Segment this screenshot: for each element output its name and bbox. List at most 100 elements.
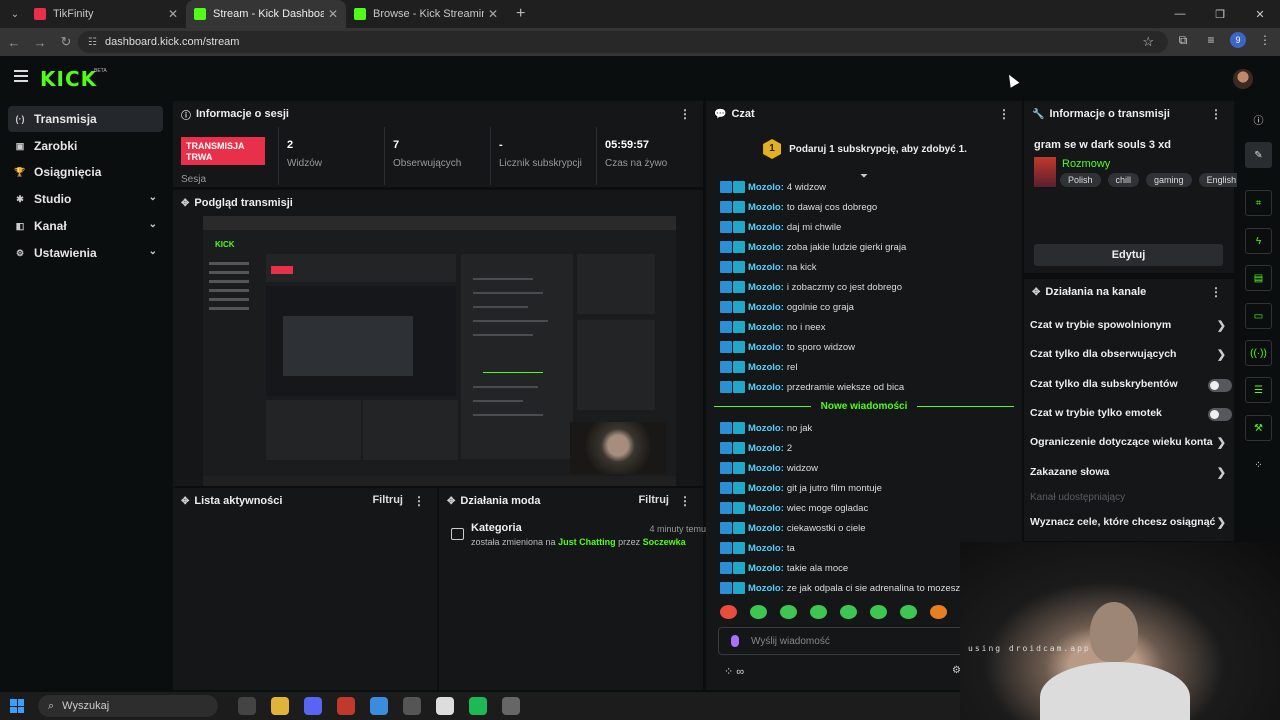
chat-username[interactable]: Mozolo:: [748, 503, 784, 514]
bookmark-star-icon[interactable]: ☆: [1142, 34, 1154, 50]
taskbar-app-icon[interactable]: [337, 697, 355, 715]
sidebar-item-zarobki[interactable]: ▣ Zarobki: [8, 133, 163, 159]
chat-username[interactable]: Mozolo:: [748, 362, 784, 373]
chat-username[interactable]: Mozolo:: [748, 443, 784, 454]
taskbar-app-icon[interactable]: [502, 697, 520, 715]
channel-action-item[interactable]: Ograniczenie dotyczące wieku konta ❯: [1030, 436, 1226, 452]
emote-icon[interactable]: [810, 605, 827, 619]
new-tab-icon[interactable]: +: [516, 5, 525, 23]
info-icon[interactable]: ⓘ: [1245, 106, 1272, 132]
chat-username[interactable]: Mozolo:: [748, 463, 784, 474]
close-window-icon[interactable]: ✕: [1240, 8, 1280, 21]
menu-icon[interactable]: [14, 70, 28, 82]
chat-username[interactable]: Mozolo:: [748, 543, 784, 554]
chat-username[interactable]: Mozolo:: [748, 523, 784, 534]
windows-start-icon[interactable]: [10, 699, 24, 713]
more-options-icon[interactable]: ⋮: [1210, 107, 1222, 121]
category-link[interactable]: Just Chatting: [558, 537, 616, 547]
address-bar[interactable]: ☷ dashboard.kick.com/stream ☆: [78, 31, 1168, 53]
taskbar-app-icon[interactable]: [469, 697, 487, 715]
emote-icon[interactable]: [930, 605, 947, 619]
taskbar-app-icon[interactable]: [304, 697, 322, 715]
chat-input[interactable]: Wyślij wiadomość: [718, 627, 968, 655]
chevron-right-icon[interactable]: ❯: [1217, 466, 1226, 479]
tab-tikfinity[interactable]: TikFinity ✕: [26, 0, 186, 28]
chat-extras[interactable]: ⁘ ∞: [724, 665, 744, 678]
taskbar-app-icon[interactable]: [370, 697, 388, 715]
user-avatar[interactable]: [1233, 69, 1253, 89]
tab-search-icon[interactable]: ⌄: [4, 4, 26, 24]
back-icon[interactable]: ←: [2, 35, 26, 50]
emote-icon[interactable]: [840, 605, 857, 619]
chat-username[interactable]: Mozolo:: [748, 483, 784, 494]
stream-tag[interactable]: Polish: [1060, 173, 1101, 187]
reload-icon[interactable]: ↻: [54, 34, 78, 50]
broadcast-icon[interactable]: ((·)): [1245, 340, 1272, 366]
close-tab-icon[interactable]: ✕: [488, 7, 498, 21]
capture-icon[interactable]: ⌗: [1245, 190, 1272, 216]
channel-action-item[interactable]: Czat w trybie tylko emotek: [1030, 407, 1232, 423]
chat-bubble-icon[interactable]: ▭: [1245, 303, 1272, 329]
user-link[interactable]: Soczewka: [643, 537, 686, 547]
tab-kick-browse[interactable]: Browse - Kick Streaming ✕: [346, 0, 506, 28]
channel-action-item[interactable]: Zakazane słowa ❯: [1030, 466, 1226, 482]
taskbar-app-icon[interactable]: [238, 697, 256, 715]
chat-username[interactable]: Mozolo:: [748, 583, 784, 594]
chat-username[interactable]: Mozolo:: [748, 423, 784, 434]
browser-menu-icon[interactable]: ⋮: [1256, 33, 1274, 47]
layout-icon[interactable]: ☰: [1245, 377, 1272, 403]
chat-username[interactable]: Mozolo:: [748, 382, 784, 393]
sidebar-item-studio[interactable]: ✱ Studio ⌄: [8, 186, 163, 212]
dots-icon[interactable]: ⁘: [1245, 452, 1272, 478]
chat-username[interactable]: Mozolo:: [748, 222, 784, 233]
extensions-icon[interactable]: ⧉: [1174, 33, 1192, 48]
sidebar-item-ustawienia[interactable]: ⚙ Ustawienia ⌄: [8, 240, 163, 266]
tab-kick-dashboard[interactable]: Stream - Kick Dashboard ✕: [186, 0, 346, 28]
document-icon[interactable]: ▤: [1245, 265, 1272, 291]
more-options-icon[interactable]: ⋮: [679, 107, 691, 121]
emote-icon[interactable]: [750, 605, 767, 619]
stream-category[interactable]: Rozmowy: [1062, 158, 1110, 170]
filter-button[interactable]: Filtruj: [372, 494, 403, 506]
kick-logo[interactable]: KICK: [40, 67, 97, 91]
close-tab-icon[interactable]: ✕: [168, 7, 178, 21]
taskbar-app-icon[interactable]: [436, 697, 454, 715]
chevron-down-icon[interactable]: ⌄: [149, 219, 157, 230]
pencil-icon[interactable]: ✎: [1245, 142, 1272, 168]
chat-username[interactable]: Mozolo:: [748, 302, 784, 313]
channel-action-item[interactable]: Wyznacz cele, które chcesz osiągnąć ❯: [1030, 516, 1226, 532]
chat-username[interactable]: Mozolo:: [748, 202, 784, 213]
more-options-icon[interactable]: ⋮: [998, 107, 1010, 121]
taskbar-app-icon[interactable]: [271, 697, 289, 715]
more-options-icon[interactable]: ⋮: [413, 494, 425, 508]
chat-username[interactable]: Mozolo:: [748, 563, 784, 574]
site-info-icon[interactable]: ☷: [88, 37, 97, 48]
lightning-icon[interactable]: ϟ: [1245, 228, 1272, 254]
stream-tag[interactable]: chill: [1107, 173, 1140, 187]
stream-tag[interactable]: gaming: [1146, 173, 1192, 187]
taskbar-app-icon[interactable]: [403, 697, 421, 715]
wrench-icon[interactable]: ⚒: [1245, 415, 1272, 441]
chat-username[interactable]: Mozolo:: [748, 242, 784, 253]
media-icon[interactable]: ≡: [1202, 33, 1220, 47]
toggle-switch[interactable]: [1208, 379, 1232, 392]
sidebar-item-kanal[interactable]: ◧ Kanał ⌄: [8, 213, 163, 239]
microphone-icon[interactable]: [731, 635, 739, 647]
points-icon[interactable]: ⁘: [724, 666, 733, 678]
emote-icon[interactable]: [780, 605, 797, 619]
more-options-icon[interactable]: ⋮: [679, 494, 691, 508]
chevron-down-icon[interactable]: ⌄: [149, 192, 157, 203]
channel-action-item[interactable]: Czat tylko dla obserwujących ❯: [1030, 348, 1226, 364]
chat-username[interactable]: Mozolo:: [748, 182, 784, 193]
forward-icon[interactable]: →: [28, 35, 52, 50]
emote-icon[interactable]: [720, 605, 737, 619]
chevron-right-icon[interactable]: ❯: [1217, 516, 1226, 529]
edit-button[interactable]: Edytuj: [1034, 244, 1223, 266]
close-tab-icon[interactable]: ✕: [328, 7, 338, 21]
profile-avatar-icon[interactable]: 9: [1230, 32, 1246, 48]
taskbar-search[interactable]: ⌕ Wyszukaj: [38, 695, 218, 717]
chat-username[interactable]: Mozolo:: [748, 282, 784, 293]
maximize-icon[interactable]: ❐: [1200, 8, 1240, 21]
chevron-right-icon[interactable]: ❯: [1217, 319, 1226, 332]
emote-icon[interactable]: [870, 605, 887, 619]
